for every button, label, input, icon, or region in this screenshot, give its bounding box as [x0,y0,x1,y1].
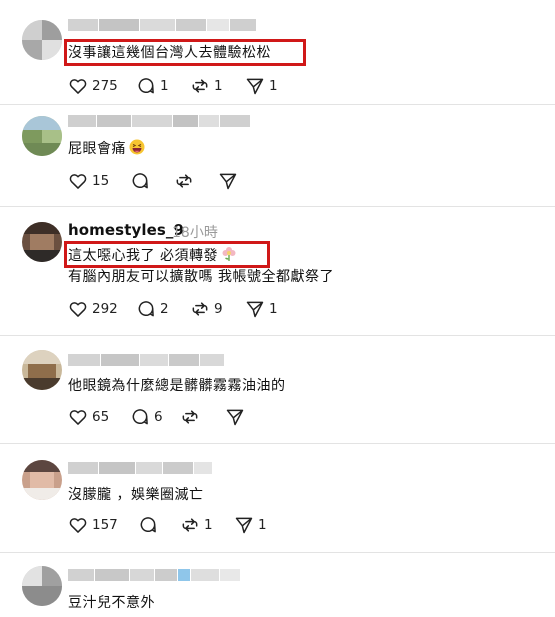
reply-button[interactable]: 2 [136,298,169,320]
reply-button[interactable]: 1 [136,75,169,97]
avatar[interactable] [22,116,62,156]
username[interactable]: homestyles_9 [68,221,184,239]
avatar[interactable] [22,350,62,390]
comment-text: 豆汁兒不意外 [68,595,155,611]
like-button[interactable]: 157 [68,514,118,536]
share-button[interactable] [218,170,238,192]
avatar[interactable] [22,20,62,60]
heart-icon [69,518,87,533]
repost-icon [182,410,198,424]
username-blurred[interactable] [68,115,251,127]
repost-button[interactable]: 1 [180,514,213,536]
divider [0,104,555,105]
reply-icon [138,301,154,317]
divider [0,335,555,336]
comment-text: 他眼鏡為什麼總是髒髒霧霧油油的 [68,378,286,394]
avatar[interactable] [22,566,62,606]
reply-button[interactable] [130,170,150,192]
divider [0,206,555,207]
like-count: 15 [92,173,110,189]
comment-text: 這太噁心我了 必須轉發 [68,245,237,266]
username-blurred[interactable] [68,19,257,31]
divider [0,552,555,553]
share-button[interactable]: 1 [245,75,278,97]
repost-count: 1 [214,78,223,94]
like-button[interactable]: 65 [68,406,109,428]
avatar[interactable] [22,222,62,262]
like-count: 157 [92,517,118,533]
repost-count: 1 [204,517,213,533]
like-button[interactable]: 275 [68,75,118,97]
share-count: 1 [269,301,278,317]
heart-icon [69,410,87,425]
send-icon [246,301,264,318]
reply-count: 2 [160,301,169,317]
heart-icon [69,79,87,94]
reply-icon [132,173,148,189]
reply-icon [132,409,148,425]
repost-button[interactable]: 9 [190,298,223,320]
laughing-face-emoji [129,139,145,159]
comment-text: 沒朦朧 ，娛樂圈滅亡 [68,487,204,503]
send-icon [219,173,237,190]
reply-button[interactable]: 6 [130,406,163,428]
repost-button[interactable] [174,170,194,192]
send-icon [226,409,244,426]
repost-button[interactable] [180,406,200,428]
comment-text-line-2: 有腦內朋友可以擴散嗎 我帳號全都獻祭了 [68,269,334,285]
like-button[interactable]: 15 [68,170,109,192]
reply-button[interactable] [138,514,158,536]
heart-icon [69,174,87,189]
reply-icon [138,78,154,94]
username-blurred[interactable] [68,354,225,366]
like-count: 292 [92,301,118,317]
like-count: 65 [92,409,110,425]
repost-button[interactable]: 1 [190,75,223,97]
share-count: 1 [258,517,267,533]
share-button[interactable]: 1 [245,298,278,320]
comment-text: 沒事讓這幾個台灣人去體驗松松 [68,45,271,61]
username-blurred[interactable] [68,462,213,474]
repost-icon [182,518,198,532]
repost-icon [192,302,208,316]
username-blurred[interactable] [68,569,241,581]
timestamp: 18小時 [172,225,218,241]
divider [0,443,555,444]
reply-count: 6 [154,409,163,425]
like-button[interactable]: 292 [68,298,118,320]
share-button[interactable] [225,406,245,428]
heart-icon [69,302,87,317]
repost-icon [192,79,208,93]
avatar[interactable] [22,460,62,500]
share-button[interactable]: 1 [234,514,267,536]
reply-count: 1 [160,78,169,94]
repost-icon [176,174,192,188]
send-icon [235,517,253,534]
comment-text: 屁眼會痛 [68,138,145,159]
repost-count: 9 [214,301,223,317]
reply-icon [140,517,156,533]
flower-emoji [221,246,237,266]
send-icon [246,78,264,95]
like-count: 275 [92,78,118,94]
share-count: 1 [269,78,278,94]
